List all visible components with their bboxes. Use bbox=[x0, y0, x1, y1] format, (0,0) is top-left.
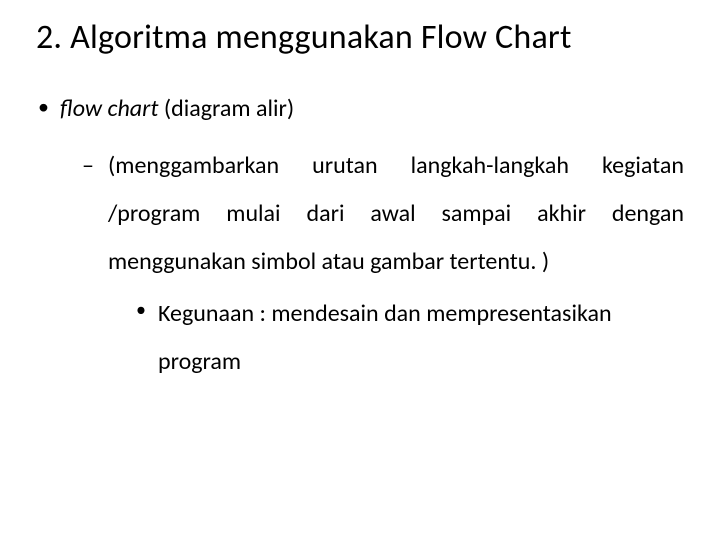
bullet-item-kegunaan: Kegunaan : mendesain dan mempresentasika… bbox=[134, 290, 684, 386]
slide-title: 2. Algoritma menggunakan Flow Chart bbox=[36, 18, 684, 57]
bullet-list-level-3: Kegunaan : mendesain dan mempresentasika… bbox=[108, 290, 684, 386]
bullet-item-flowchart: flow chart (diagram alir) (menggambarkan… bbox=[36, 93, 684, 386]
bullet-item-description: (menggambarkan urutan langkah-langkah ke… bbox=[82, 142, 684, 386]
slide: 2. Algoritma menggunakan Flow Chart flow… bbox=[0, 0, 720, 540]
kegunaan-text: Kegunaan : mendesain dan mempresentasika… bbox=[158, 299, 612, 376]
bullet-list-level-2: (menggambarkan urutan langkah-langkah ke… bbox=[60, 142, 684, 386]
description-text: (menggambarkan urutan langkah-langkah ke… bbox=[108, 151, 684, 276]
bullet-rest-text: (diagram alir) bbox=[158, 94, 294, 123]
bullet-italic-text: flow chart bbox=[60, 94, 158, 123]
bullet-list-level-1: flow chart (diagram alir) (menggambarkan… bbox=[36, 93, 684, 386]
